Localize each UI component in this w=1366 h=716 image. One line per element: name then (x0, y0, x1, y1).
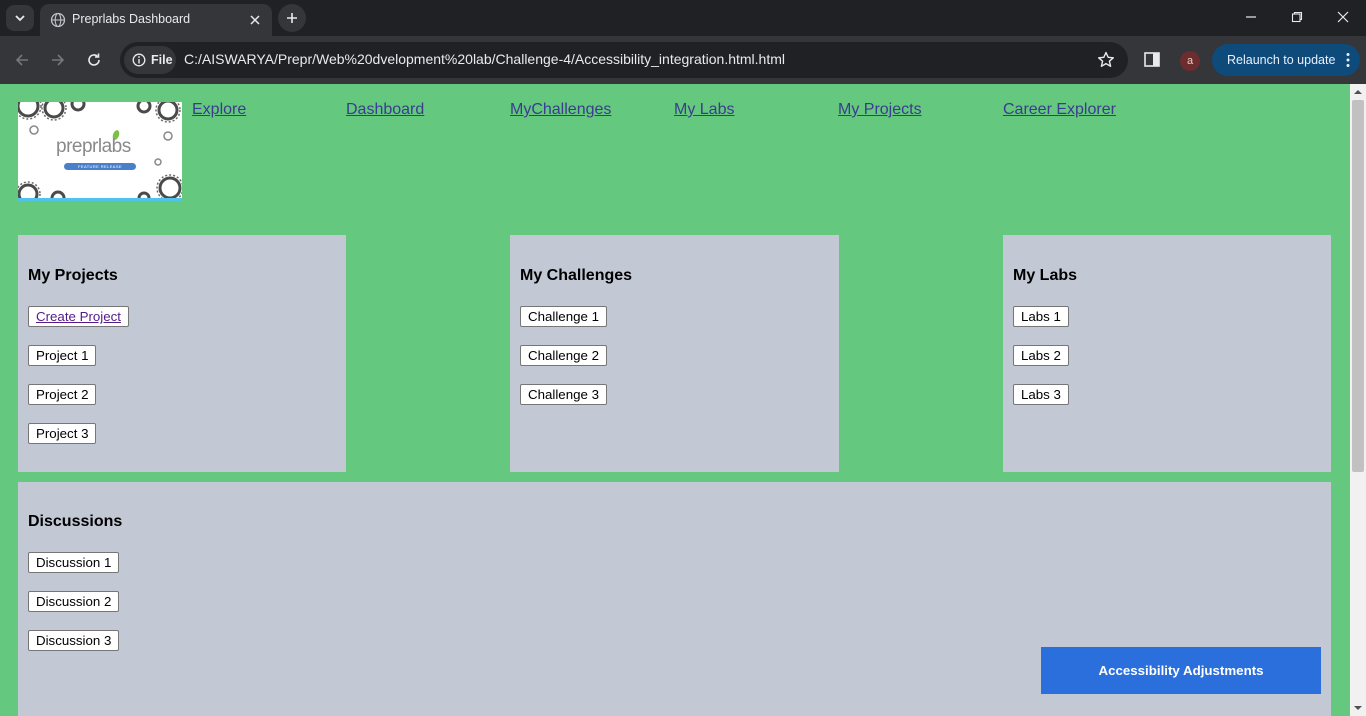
nav-link-career-explorer[interactable]: Career Explorer (1003, 101, 1116, 119)
nav-link-my-projects[interactable]: My Projects (838, 101, 922, 119)
logo-tagline: FEATURE RELEASE (78, 164, 122, 169)
tab-search-button[interactable] (6, 5, 34, 31)
labs-2-button[interactable]: Labs 2 (1013, 345, 1069, 366)
discussion-2-button[interactable]: Discussion 2 (28, 591, 120, 612)
arrow-left-icon (15, 54, 28, 66)
site-info-label: File (151, 53, 173, 67)
nav-link-mychallenges[interactable]: MyChallenges (510, 101, 611, 119)
project-2-button[interactable]: Project 2 (28, 384, 97, 405)
url-text[interactable]: C:/AISWARYA/Prepr/Web%20dvelopment%20lab… (184, 51, 785, 67)
close-window-button[interactable] (1320, 0, 1366, 34)
close-icon (1337, 11, 1349, 23)
relaunch-label: Relaunch to update (1227, 53, 1336, 67)
reload-button[interactable] (80, 46, 108, 74)
new-tab-button[interactable] (278, 4, 306, 32)
labs-3-button[interactable]: Labs 3 (1013, 384, 1069, 405)
more-vertical-icon (1346, 53, 1350, 67)
my-challenges-heading: My Challenges (520, 267, 633, 284)
browser-tab-bar: Preprlabs Dashboard (0, 0, 1366, 36)
accessibility-adjustments-button[interactable]: Accessibility Adjustments (1041, 647, 1321, 694)
scroll-down-icon[interactable] (1350, 702, 1366, 714)
my-challenges-card: My Challenges Challenge 1 Challenge 2 Ch… (510, 235, 839, 472)
address-bar[interactable]: File C:/AISWARYA/Prepr/Web%20dvelopment%… (120, 42, 1128, 78)
my-labs-heading: My Labs (1013, 267, 1078, 284)
my-projects-card: My Projects Create Project Project 1 Pro… (18, 235, 346, 472)
my-labs-card: My Labs Labs 1 Labs 2 Labs 3 (1003, 235, 1331, 472)
side-panel-icon[interactable] (1142, 50, 1164, 70)
info-icon (132, 53, 146, 67)
project-3-button[interactable]: Project 3 (28, 423, 97, 444)
restore-button[interactable] (1274, 0, 1320, 34)
tab-title: Preprlabs Dashboard (72, 12, 191, 26)
minimize-icon (1246, 16, 1256, 18)
browser-toolbar: File C:/AISWARYA/Prepr/Web%20dvelopment%… (0, 36, 1366, 84)
logo-underline (18, 198, 182, 201)
nav-link-dashboard[interactable]: Dashboard (346, 101, 424, 119)
my-projects-heading: My Projects (28, 267, 118, 284)
globe-icon (50, 12, 66, 28)
forward-button[interactable] (44, 46, 72, 74)
create-project-button[interactable]: Create Project (28, 306, 129, 327)
discussion-1-button[interactable]: Discussion 1 (28, 552, 120, 573)
challenge-2-button[interactable]: Challenge 2 (520, 345, 607, 366)
scroll-up-icon[interactable] (1350, 86, 1366, 98)
restore-icon (1291, 11, 1303, 23)
discussions-heading: Discussions (28, 513, 123, 530)
preprlabs-logo: preprlabs FEATURE RELEASE (18, 102, 182, 201)
page-scrollbar[interactable] (1350, 84, 1366, 716)
nav-link-explore[interactable]: Explore (192, 101, 246, 119)
logo-wordmark: preprlabs (56, 136, 131, 157)
labs-1-button[interactable]: Labs 1 (1013, 306, 1069, 327)
challenge-1-button[interactable]: Challenge 1 (520, 306, 607, 327)
profile-avatar[interactable]: a (1180, 51, 1200, 71)
page-viewport: preprlabs FEATURE RELEASE Explore Dashbo… (0, 84, 1350, 716)
site-info-chip[interactable]: File (124, 46, 176, 74)
tab-preprlabs-dashboard[interactable]: Preprlabs Dashboard (40, 4, 272, 36)
relaunch-to-update-button[interactable]: Relaunch to update (1212, 44, 1360, 76)
nav-link-my-labs[interactable]: My Labs (674, 101, 734, 119)
scrollbar-thumb[interactable] (1352, 100, 1364, 472)
project-1-button[interactable]: Project 1 (28, 345, 97, 366)
close-icon[interactable] (246, 11, 264, 29)
arrow-right-icon (52, 54, 65, 66)
back-button[interactable] (8, 46, 36, 74)
reload-icon (88, 53, 100, 66)
challenge-3-button[interactable]: Challenge 3 (520, 384, 607, 405)
minimize-button[interactable] (1228, 0, 1274, 34)
chevron-down-icon (15, 15, 25, 22)
discussion-3-button[interactable]: Discussion 3 (28, 630, 120, 651)
star-icon[interactable] (1096, 50, 1116, 70)
plus-icon (287, 13, 297, 23)
